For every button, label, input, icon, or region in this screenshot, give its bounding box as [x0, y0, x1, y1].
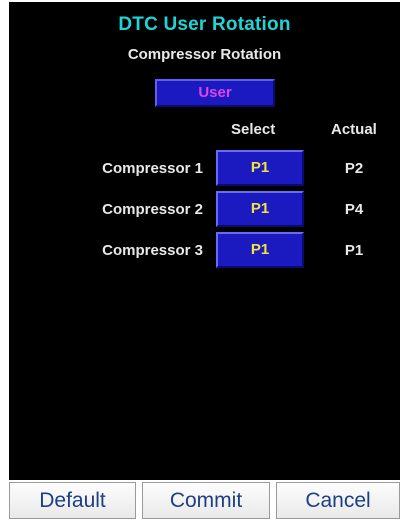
compressor-1-select-button[interactable]: P1 — [216, 150, 304, 186]
rotation-mode-button[interactable]: User — [155, 79, 275, 107]
compressor-2-actual-value: P4 — [344, 201, 364, 218]
compressor-3-label: Compressor 3 — [102, 242, 203, 259]
commit-button[interactable]: Commit — [142, 482, 270, 519]
actual-column-header: Actual — [331, 121, 377, 138]
compressor-1-actual-value: P2 — [344, 160, 364, 177]
cancel-button[interactable]: Cancel — [276, 482, 400, 519]
screen-subtitle: Compressor Rotation — [127, 46, 282, 63]
rotation-screen: DTC User Rotation Compressor Rotation Us… — [9, 2, 400, 480]
compressor-1-label: Compressor 1 — [102, 160, 203, 177]
select-column-header: Select — [231, 121, 276, 138]
compressor-3-select-button[interactable]: P1 — [216, 232, 304, 268]
screen-title: DTC User Rotation — [118, 14, 291, 35]
default-button[interactable]: Default — [9, 482, 136, 519]
compressor-2-label: Compressor 2 — [102, 201, 203, 218]
compressor-2-select-button[interactable]: P1 — [216, 191, 304, 227]
compressor-3-actual-value: P1 — [344, 242, 364, 259]
